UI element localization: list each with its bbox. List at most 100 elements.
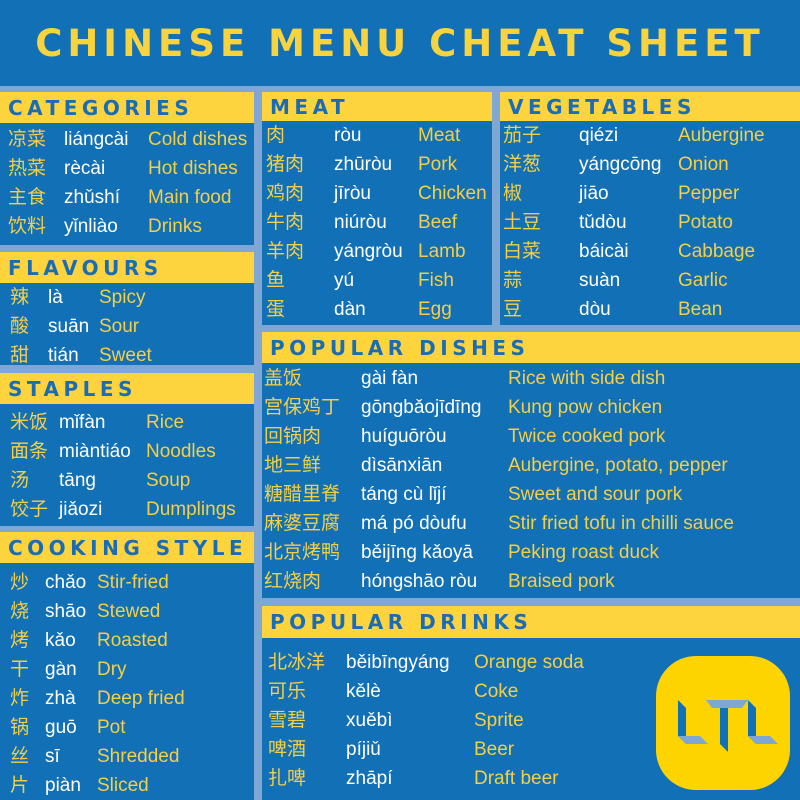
chinese-text: 辣 bbox=[10, 287, 30, 308]
chinese-text: 羊肉 bbox=[266, 241, 305, 262]
list-item: 炸 zhà Deep fried bbox=[0, 684, 254, 713]
page-title: CHINESE MENU CHEAT SHEET bbox=[35, 21, 765, 65]
list-item: 肉 ròu Meat bbox=[262, 121, 492, 150]
chinese-text: 主食 bbox=[8, 187, 47, 208]
list-item: 红烧肉 hóngshāo ròu Braised pork bbox=[262, 567, 800, 596]
chinese-text: 扎啤 bbox=[268, 768, 307, 789]
vegetables-header: VEGETABLES bbox=[500, 92, 800, 121]
english-text: Potato bbox=[678, 212, 733, 233]
pinyin-text: dòu bbox=[579, 299, 611, 320]
english-text: Dry bbox=[97, 659, 127, 680]
chinese-text: 麻婆豆腐 bbox=[264, 513, 341, 534]
list-item: 盖饭 gài fàn Rice with side dish bbox=[262, 364, 800, 393]
pinyin-text: gōngbǎojīdīng bbox=[361, 397, 482, 418]
chinese-text: 可乐 bbox=[268, 681, 307, 702]
list-item: 饮料 yǐnliào Drinks bbox=[0, 212, 254, 241]
pinyin-text: dàn bbox=[334, 299, 366, 320]
english-text: Dumplings bbox=[146, 499, 236, 520]
english-text: Garlic bbox=[678, 270, 728, 291]
pinyin-text: hóngshāo ròu bbox=[361, 571, 478, 592]
english-text: Stewed bbox=[97, 601, 161, 622]
pinyin-text: mǐfàn bbox=[59, 412, 106, 433]
pinyin-text: jiāo bbox=[579, 183, 609, 204]
english-text: Aubergine bbox=[678, 125, 765, 146]
english-text: Rice bbox=[146, 412, 185, 433]
chinese-text: 蛋 bbox=[266, 299, 286, 320]
categories-header: CATEGORIES bbox=[0, 92, 254, 123]
pinyin-text: chǎo bbox=[45, 572, 87, 593]
english-text: Braised pork bbox=[508, 571, 615, 592]
list-item: 豆 dòu Bean bbox=[500, 295, 800, 324]
list-item: 地三鲜 dìsānxiān Aubergine, potato, pepper bbox=[262, 451, 800, 480]
english-text: Sliced bbox=[97, 775, 149, 796]
list-item: 鸡肉 jīròu Chicken bbox=[262, 179, 492, 208]
english-text: Beef bbox=[418, 212, 458, 233]
pinyin-text: zhāpí bbox=[346, 768, 393, 789]
list-item: 锅 guō Pot bbox=[0, 713, 254, 742]
pinyin-text: tǔdòu bbox=[579, 212, 627, 233]
flavours-list: 辣 là Spicy 酸 suān Sour 甜 tián Sweet bbox=[0, 283, 254, 370]
pinyin-text: zhūròu bbox=[334, 154, 393, 175]
meat-list: 肉 ròu Meat 猪肉 zhūròu Pork 鸡肉 jīròu Chicken 牛肉 niúr… bbox=[262, 121, 492, 324]
list-item: 主食 zhǔshí Main food bbox=[0, 183, 254, 212]
english-text: Peking roast duck bbox=[508, 542, 660, 563]
english-text: Orange soda bbox=[474, 652, 584, 673]
english-text: Hot dishes bbox=[148, 158, 238, 179]
chinese-text: 盖饭 bbox=[264, 368, 303, 389]
chinese-text: 土豆 bbox=[503, 212, 542, 233]
list-item: 辣 là Spicy bbox=[0, 283, 254, 312]
pinyin-text: suān bbox=[48, 316, 90, 337]
english-text: Cabbage bbox=[678, 241, 756, 262]
section-staples: STAPLES 米饭 mǐfàn Rice 面条 miàntiáo Noodles 汤 tāng… bbox=[0, 373, 254, 526]
section-cooking: COOKING STYLE 炒 chǎo Stir-fried 烧 shāo Stewed 烤… bbox=[0, 532, 254, 800]
list-item: 白菜 báicài Cabbage bbox=[500, 237, 800, 266]
list-item: 回锅肉 huíguōròu Twice cooked pork bbox=[262, 422, 800, 451]
list-item: 鱼 yú Fish bbox=[262, 266, 492, 295]
pinyin-text: ròu bbox=[334, 125, 362, 146]
pinyin-text: là bbox=[48, 287, 63, 308]
section-vegetables: VEGETABLES 茄子 qiézi Aubergine 洋葱 yángcōng Onio… bbox=[500, 92, 800, 325]
english-text: Twice cooked pork bbox=[508, 426, 666, 447]
pinyin-text: gài fàn bbox=[361, 368, 419, 389]
pinyin-text: zhǔshí bbox=[64, 187, 120, 208]
english-text: Pot bbox=[97, 717, 126, 738]
pinyin-text: kǎo bbox=[45, 630, 76, 651]
categories-list: 凉菜 liángcài Cold dishes 热菜 rècài Hot dishes 主食… bbox=[0, 123, 254, 241]
pinyin-text: jīròu bbox=[334, 183, 371, 204]
chinese-text: 米饭 bbox=[10, 412, 49, 433]
title-band: CHINESE MENU CHEAT SHEET bbox=[0, 0, 800, 86]
list-item: 片 piàn Sliced bbox=[0, 771, 254, 800]
list-item: 羊肉 yángròu Lamb bbox=[262, 237, 492, 266]
chinese-text: 烤 bbox=[10, 630, 30, 651]
pinyin-text: sī bbox=[45, 746, 60, 767]
list-item: 烧 shāo Stewed bbox=[0, 597, 254, 626]
list-item: 土豆 tǔdòu Potato bbox=[500, 208, 800, 237]
english-text: Kung pow chicken bbox=[508, 397, 663, 418]
english-text: Drinks bbox=[148, 216, 202, 237]
staples-list: 米饭 mǐfàn Rice 面条 miàntiáo Noodles 汤 tāng Soup 饺子 j… bbox=[0, 404, 254, 524]
pinyin-text: qiézi bbox=[579, 125, 619, 146]
english-text: Sweet bbox=[99, 345, 152, 366]
list-item: 甜 tián Sweet bbox=[0, 341, 254, 370]
english-text: Egg bbox=[418, 299, 452, 320]
list-item: 洋葱 yángcōng Onion bbox=[500, 150, 800, 179]
chinese-text: 锅 bbox=[10, 717, 30, 738]
english-text: Coke bbox=[474, 681, 519, 702]
list-item: 热菜 rècài Hot dishes bbox=[0, 154, 254, 183]
list-item: 茄子 qiézi Aubergine bbox=[500, 121, 800, 150]
english-text: Noodles bbox=[146, 441, 216, 462]
pinyin-text: rècài bbox=[64, 158, 106, 179]
chinese-text: 茄子 bbox=[503, 125, 542, 146]
chinese-text: 回锅肉 bbox=[264, 426, 322, 447]
list-item: 麻婆豆腐 má pó dòufu Stir fried tofu in chilli… bbox=[262, 509, 800, 538]
list-item: 丝 sī Shredded bbox=[0, 742, 254, 771]
pinyin-text: gàn bbox=[45, 659, 77, 680]
dishes-list: 盖饭 gài fàn Rice with side dish 宫保鸡丁 gōngbǎoj… bbox=[262, 363, 800, 596]
chinese-text: 猪肉 bbox=[266, 154, 305, 175]
chinese-text: 蒜 bbox=[503, 270, 523, 291]
english-text: Pork bbox=[418, 154, 458, 175]
staples-header: STAPLES bbox=[0, 373, 254, 404]
english-text: Draft beer bbox=[474, 768, 559, 789]
pinyin-text: xuěbì bbox=[346, 710, 393, 731]
list-item: 面条 miàntiáo Noodles bbox=[0, 437, 254, 466]
